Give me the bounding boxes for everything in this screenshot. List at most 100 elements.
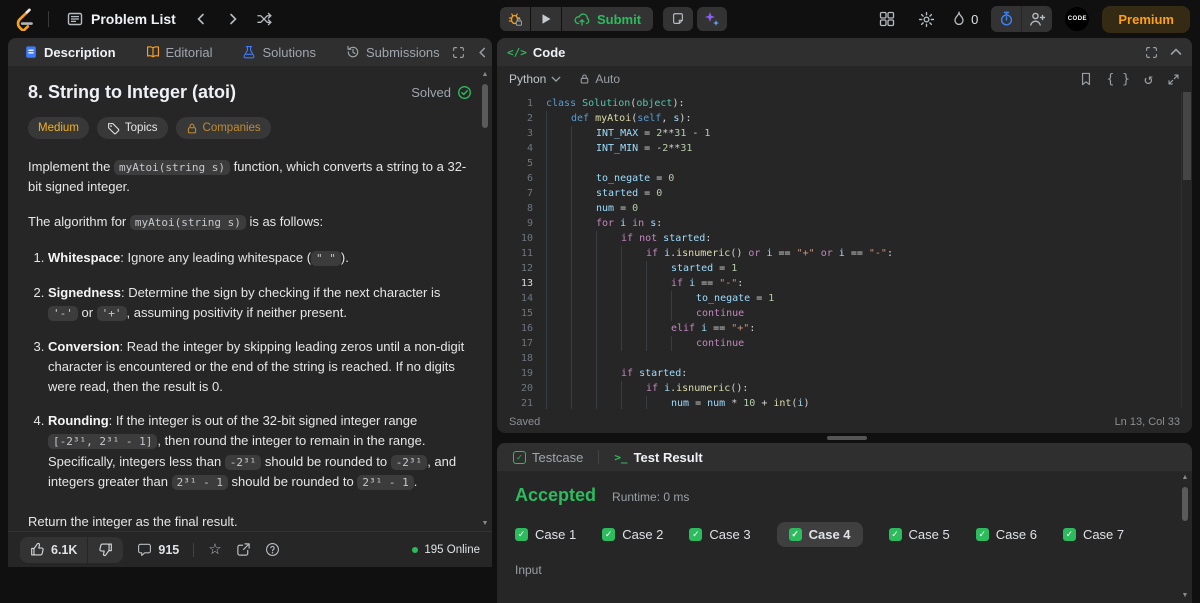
ai-assistant-button[interactable] <box>697 7 728 31</box>
layout-button[interactable] <box>874 6 900 32</box>
description-scrollbar[interactable]: ▲ ▼ <box>480 70 490 529</box>
code-line[interactable]: 1 class Solution(object): <box>497 96 1192 111</box>
case-button[interactable]: ✓ Case 5 <box>888 522 950 547</box>
share-button[interactable] <box>236 542 251 557</box>
code-line[interactable]: 2 def myAtoi(self, s): <box>497 111 1192 126</box>
maximize-icon <box>452 46 464 58</box>
algorithm-step: Signedness: Determine the sign by checki… <box>48 283 472 323</box>
code-line[interactable]: 6 to_negate = 0 <box>497 171 1192 186</box>
premium-button[interactable]: Premium <box>1102 5 1190 33</box>
code-line[interactable]: 17 continue <box>497 336 1192 351</box>
companies-badge[interactable]: Companies <box>175 117 271 139</box>
code-line[interactable]: 3 INT_MAX = 2**31 - 1 <box>497 126 1192 141</box>
code-line[interactable]: 19 if started: <box>497 366 1192 381</box>
code-line[interactable]: 12 started = 1 <box>497 261 1192 276</box>
topics-badge[interactable]: Topics <box>96 117 168 139</box>
tab-testcase[interactable]: ✓ Testcase <box>507 443 589 471</box>
code-line[interactable]: 16 elif i == "+": <box>497 321 1192 336</box>
tab-editorial[interactable]: Editorial <box>140 38 219 66</box>
autocomplete-toggle[interactable]: Auto <box>579 72 620 86</box>
timer-button[interactable] <box>991 6 1021 32</box>
bookmark-button[interactable] <box>1080 72 1092 86</box>
code-line[interactable]: 20 if i.isnumeric(): <box>497 381 1192 396</box>
code-editor[interactable]: 1 class Solution(object): 2 def myAtoi(self… <box>497 92 1192 409</box>
feedback-button[interactable] <box>265 542 280 557</box>
dislike-button[interactable] <box>87 536 123 563</box>
scrollbar-thumb[interactable] <box>482 84 488 128</box>
case-passed-check-icon: ✓ <box>788 528 802 541</box>
editor-scrollbar-thumb[interactable] <box>1183 92 1191 180</box>
reset-code-button[interactable]: ↺ <box>1144 71 1153 87</box>
scroll-down-arrow[interactable]: ▼ <box>482 519 489 529</box>
leetcode-logo[interactable] <box>10 6 36 32</box>
case-button[interactable]: ✓ Case 7 <box>1062 522 1124 547</box>
collaborate-button[interactable] <box>1021 6 1052 32</box>
panel-resize-handle[interactable] <box>827 436 867 440</box>
code-token: 0 <box>668 173 675 184</box>
terminal-icon: >_ <box>614 450 628 464</box>
scrollbar-thumb[interactable] <box>1182 487 1188 521</box>
code-line[interactable]: 8 num = 0 <box>497 201 1192 216</box>
favorite-star-button[interactable]: ☆ <box>208 542 221 557</box>
code-token: Solution <box>582 98 631 109</box>
code-line[interactable]: 21 num = num * 10 + int(i) <box>497 396 1192 409</box>
next-problem-button[interactable] <box>220 6 246 32</box>
indent-guide <box>546 201 571 216</box>
debug-button[interactable] <box>500 7 530 31</box>
collapse-code-button[interactable] <box>1170 46 1182 58</box>
maximize-code-button[interactable] <box>1145 46 1158 59</box>
case-button[interactable]: ✓ Case 3 <box>689 522 751 547</box>
case-button[interactable]: ✓ Case 6 <box>975 522 1037 547</box>
code-token: to_negate <box>596 173 651 184</box>
editor-scrollbar[interactable] <box>1181 92 1192 409</box>
code-line[interactable]: 15 continue <box>497 306 1192 321</box>
code-line[interactable]: 11 if i.isnumeric() or i == "+" or i == "… <box>497 246 1192 261</box>
comments-count: 915 <box>158 542 180 557</box>
problem-list-label: Problem List <box>91 11 176 27</box>
case-button[interactable]: ✓ Case 2 <box>602 522 663 547</box>
case-button[interactable]: ✓ Case 4 <box>776 522 863 547</box>
avatar[interactable]: CODE <box>1065 7 1090 31</box>
code-line[interactable]: 13 if i == "-": <box>497 276 1192 291</box>
topbar-divider <box>48 11 49 27</box>
test-result-scrollbar[interactable]: ▲ ▼ <box>1180 473 1190 601</box>
problem-list-button[interactable]: Problem List <box>61 7 182 31</box>
code-line[interactable]: 5 <box>497 156 1192 171</box>
streak-button[interactable]: 0 <box>952 11 978 27</box>
problem-intro: Implement the myAtoi(string s) function,… <box>28 157 472 197</box>
fullscreen-editor-button[interactable] <box>1167 73 1180 86</box>
indent-guide <box>571 231 596 246</box>
tab-description[interactable]: Description <box>18 38 122 66</box>
difficulty-badge[interactable]: Medium <box>28 117 89 139</box>
case-button[interactable]: ✓ Case 1 <box>515 522 576 547</box>
code-line[interactable]: 14 to_negate = 1 <box>497 291 1192 306</box>
tab-solutions[interactable]: Solutions <box>236 38 321 66</box>
random-problem-button[interactable] <box>252 6 278 32</box>
code-line[interactable]: 9 for i in s: <box>497 216 1192 231</box>
run-button[interactable] <box>531 7 561 31</box>
verdict-label: Accepted <box>515 485 597 505</box>
code-line[interactable]: 10 if not started: <box>497 231 1192 246</box>
cloud-upload-icon <box>574 13 590 26</box>
comments-button[interactable]: 915 <box>137 542 179 557</box>
language-select[interactable]: Python <box>509 72 561 86</box>
submit-button[interactable]: Submit <box>562 7 654 31</box>
tab-test-result[interactable]: >_ Test Result <box>608 443 708 471</box>
case-passed-check-icon: ✓ <box>888 528 902 541</box>
scroll-up-arrow[interactable]: ▲ <box>1182 473 1189 483</box>
prev-problem-button[interactable] <box>188 6 214 32</box>
code-line[interactable]: 4 INT_MIN = -2**31 <box>497 141 1192 156</box>
format-code-button[interactable]: { } <box>1106 73 1129 86</box>
notes-button[interactable] <box>663 7 694 31</box>
settings-button[interactable] <box>913 6 939 32</box>
code-line[interactable]: 18 <box>497 351 1192 366</box>
collapse-description-button[interactable] <box>477 47 488 58</box>
description-content[interactable]: 8. String to Integer (atoi) Solved Mediu… <box>8 66 480 531</box>
like-button[interactable]: 6.1K <box>20 537 87 563</box>
scroll-up-arrow[interactable]: ▲ <box>482 70 489 80</box>
code-line[interactable]: 7 started = 0 <box>497 186 1192 201</box>
scroll-down-arrow[interactable]: ▼ <box>1182 591 1189 601</box>
code-token: self <box>637 113 662 124</box>
tab-submissions[interactable]: Submissions <box>340 38 446 66</box>
maximize-description-button[interactable] <box>452 46 465 59</box>
